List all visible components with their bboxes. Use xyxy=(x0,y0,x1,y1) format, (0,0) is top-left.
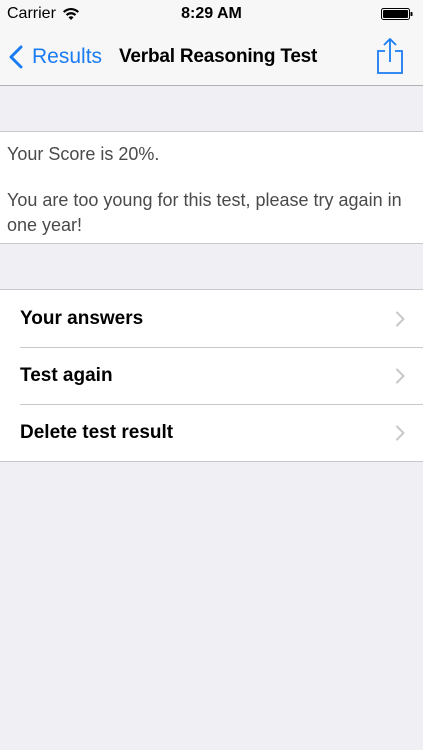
score-text: Your Score is 20%. xyxy=(7,144,160,164)
chevron-right-icon xyxy=(396,425,405,441)
back-button[interactable]: Results xyxy=(8,28,102,85)
share-icon[interactable] xyxy=(375,37,405,75)
back-button-label: Results xyxy=(32,44,103,68)
battery-icon xyxy=(381,8,413,20)
your-answers-label: Your answers xyxy=(20,308,144,329)
chevron-left-icon xyxy=(9,45,23,68)
actions-list: Your answers Test again Delete test resu… xyxy=(0,289,423,462)
test-again-row[interactable]: Test again xyxy=(0,347,423,404)
status-time: 8:29 AM xyxy=(181,5,242,22)
test-again-label: Test again xyxy=(20,365,113,386)
score-section: Your Score is 20%. You are too young for… xyxy=(0,131,423,244)
navigation-bar: Results Verbal Reasoning Test xyxy=(0,28,423,86)
status-bar: Carrier 8:29 AM xyxy=(0,0,423,28)
chevron-right-icon xyxy=(396,368,405,384)
delete-test-result-row[interactable]: Delete test result xyxy=(0,404,423,461)
your-answers-row[interactable]: Your answers xyxy=(0,290,423,347)
page-title: Verbal Reasoning Test xyxy=(119,46,318,67)
score-message: You are too young for this test, please … xyxy=(7,190,402,235)
delete-test-result-label: Delete test result xyxy=(20,422,174,443)
chevron-right-icon xyxy=(396,311,405,327)
